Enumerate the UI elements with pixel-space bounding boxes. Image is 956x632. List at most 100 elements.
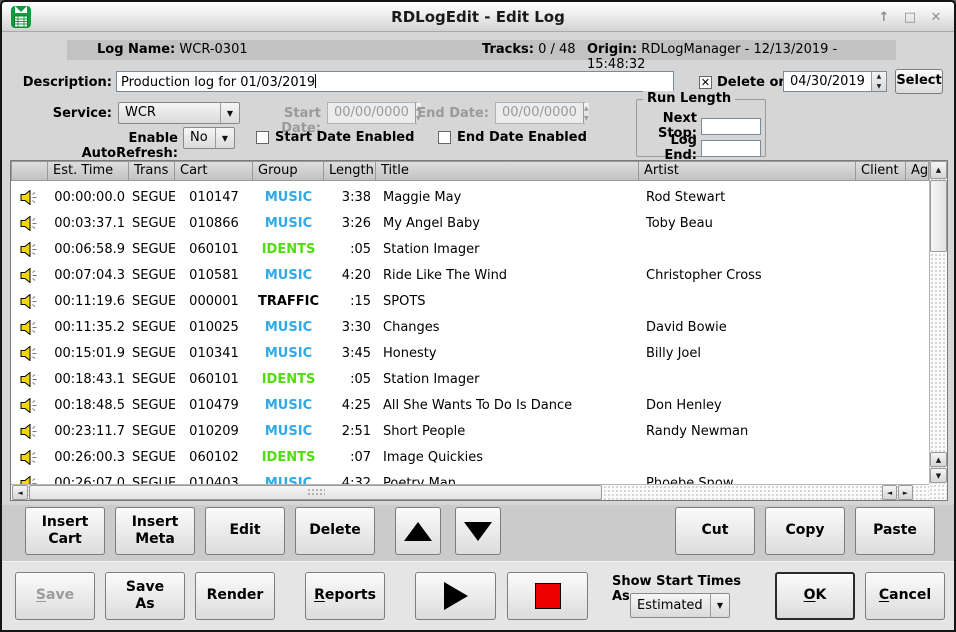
start-date-enabled-checkbox[interactable] [256, 131, 269, 144]
rollup-icon[interactable]: ↑ [874, 7, 894, 27]
column-header-est-time[interactable]: Est. Time [48, 161, 129, 181]
vertical-scrollbar[interactable]: ▲ ▲ ▼ [929, 161, 947, 484]
cancel-button[interactable]: Cancel [865, 572, 945, 620]
table-row[interactable]: 00:07:04.3SEGUE010581MUSIC4:20Ride Like … [11, 262, 929, 288]
autorefresh-combobox[interactable]: No ▼ [183, 127, 235, 149]
table-row[interactable]: 00:18:43.1SEGUE060101IDENTS:05Station Im… [11, 366, 929, 392]
down-arrow-icon [464, 522, 492, 541]
scroll-up-icon[interactable]: ▲ [930, 452, 947, 467]
play-button[interactable] [415, 572, 496, 620]
date-spin-buttons[interactable]: ▲ ▼ [871, 72, 886, 91]
cell-trans: SEGUE [129, 476, 175, 485]
reports-button[interactable]: Reports [305, 572, 385, 620]
cell-title: Honesty [376, 346, 639, 361]
move-up-button[interactable] [395, 507, 441, 555]
table-row[interactable]: 00:11:35.2SEGUE010025MUSIC3:30ChangesDav… [11, 314, 929, 340]
vertical-scroll-thumb[interactable] [930, 180, 947, 252]
table-row[interactable]: 00:23:11.7SEGUE010209MUSIC2:51Short Peop… [11, 418, 929, 444]
table-row[interactable]: 00:11:19.6SEGUE000001TRAFFIC:15SPOTS [11, 288, 929, 314]
cell-est-time: 00:26:00.3 [48, 450, 129, 465]
description-input[interactable]: Production log for 01/03/2019 [116, 71, 674, 92]
titlebar[interactable]: RDLogEdit - Edit Log ↑ □ ✕ [2, 2, 954, 32]
audio-speaker-icon [20, 398, 39, 413]
column-header-icon[interactable] [11, 161, 48, 181]
cell-cart: 010025 [175, 320, 253, 335]
cell-length: :15 [324, 294, 376, 309]
cell-cart: 060101 [175, 372, 253, 387]
cell-cart: 010341 [175, 346, 253, 361]
thumb-grip [307, 488, 325, 497]
cell-group: MUSIC [253, 398, 324, 413]
table-row[interactable]: 00:15:01.9SEGUE010341MUSIC3:45HonestyBil… [11, 340, 929, 366]
table-row[interactable]: 00:00:00.0SEGUE010147MUSIC3:38Maggie May… [11, 184, 929, 210]
show-start-times-combobox[interactable]: Estimated ▼ [630, 593, 730, 618]
select-date-button[interactable]: Select [895, 69, 943, 94]
spin-up-icon: ▲ [584, 103, 589, 113]
cell-title: All She Wants To Do Is Dance [376, 398, 639, 413]
cell-group: MUSIC [253, 190, 324, 205]
table-header[interactable]: Est. Time Trans Cart Group Length Title … [11, 161, 929, 181]
move-down-button[interactable] [455, 507, 501, 555]
table-row[interactable]: 00:03:37.1SEGUE010866MUSIC3:26My Angel B… [11, 210, 929, 236]
horizontal-scroll-thumb[interactable] [29, 485, 602, 500]
scroll-left-icon[interactable]: ◄ [882, 485, 897, 500]
cell-length: 4:32 [324, 476, 376, 485]
cell-group: MUSIC [253, 424, 324, 439]
row-audio-icon [11, 424, 48, 439]
column-header-length[interactable]: Length [324, 161, 376, 181]
text-caret [315, 74, 316, 88]
column-header-client[interactable]: Client [856, 161, 906, 181]
table-row[interactable]: 00:26:00.3SEGUE060102IDENTS:07Image Quic… [11, 444, 929, 470]
ok-button[interactable]: OK [775, 572, 855, 620]
run-length-title: Run Length [643, 91, 735, 106]
horizontal-scrollbar[interactable]: ◄ ◄ ► [11, 484, 929, 500]
audio-speaker-icon [20, 320, 39, 335]
chevron-down-icon: ▼ [220, 103, 239, 123]
stop-button[interactable] [507, 572, 588, 620]
table-row[interactable]: 00:18:48.5SEGUE010479MUSIC4:25All She Wa… [11, 392, 929, 418]
delete-on-checkbox[interactable]: ✕ [699, 76, 712, 89]
origin: Origin: RDLogManager - 12/13/2019 - 15:4… [587, 42, 896, 72]
copy-button[interactable]: Copy [765, 507, 845, 555]
scroll-right-icon[interactable]: ► [898, 485, 913, 500]
render-button[interactable]: Render [195, 572, 275, 620]
edit-button[interactable]: Edit [205, 507, 285, 555]
end-date-enabled-checkbox[interactable] [438, 131, 451, 144]
paste-button[interactable]: Paste [855, 507, 935, 555]
insert-meta-button[interactable]: Insert Meta [115, 507, 195, 555]
close-icon[interactable]: ✕ [926, 7, 946, 27]
scroll-left-icon[interactable]: ◄ [12, 485, 28, 500]
maximize-icon[interactable]: □ [900, 7, 920, 27]
column-header-agency[interactable]: Agency [906, 161, 929, 181]
scroll-up-icon[interactable]: ▲ [930, 161, 947, 179]
save-as-button[interactable]: Save As [105, 572, 185, 620]
spin-down-icon: ▼ [584, 113, 589, 123]
start-date-enabled-label: Start Date Enabled [275, 130, 414, 145]
cell-cart: 000001 [175, 294, 253, 309]
delete-date-spinbox[interactable]: 04/30/2019 ▲ ▼ [783, 71, 887, 92]
cell-artist: Don Henley [639, 398, 856, 413]
cell-est-time: 00:26:07.0 [48, 476, 129, 485]
column-header-cart[interactable]: Cart [175, 161, 253, 181]
table-row[interactable]: 00:06:58.9SEGUE060101IDENTS:05Station Im… [11, 236, 929, 262]
cell-length: 4:20 [324, 268, 376, 283]
autorefresh-label: Enable AutoRefresh: [28, 131, 178, 161]
cell-group: TRAFFIC [253, 294, 324, 309]
column-header-title[interactable]: Title [376, 161, 639, 181]
delete-button[interactable]: Delete [295, 507, 375, 555]
log-table-body: 00:00:00.0SEGUE010147MUSIC3:38Maggie May… [11, 181, 929, 484]
start-date-spinbox: 00/00/0000 ▲▼ [327, 102, 417, 124]
column-header-artist[interactable]: Artist [639, 161, 856, 181]
end-date-enabled-label: End Date Enabled [457, 130, 587, 145]
service-combobox[interactable]: WCR ▼ [118, 102, 240, 124]
cell-trans: SEGUE [129, 450, 175, 465]
save-button[interactable]: Save [15, 572, 95, 620]
row-audio-icon [11, 372, 48, 387]
column-header-group[interactable]: Group [253, 161, 324, 181]
column-header-trans[interactable]: Trans [129, 161, 175, 181]
scroll-down-icon[interactable]: ▼ [930, 468, 947, 483]
insert-cart-button[interactable]: Insert Cart [25, 507, 105, 555]
spin-up-icon: ▲ [872, 72, 886, 82]
table-row[interactable]: 00:26:07.0SEGUE010403MUSIC4:32Poetry Man… [11, 470, 929, 484]
cut-button[interactable]: Cut [675, 507, 755, 555]
